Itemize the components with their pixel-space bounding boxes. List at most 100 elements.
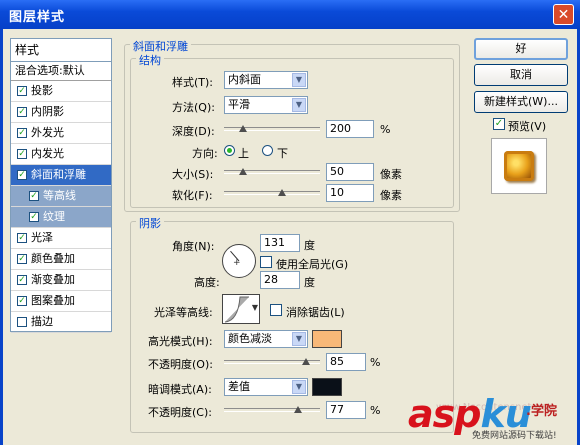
effect-label: 内阴影 [31,105,64,118]
direction-label: 方向: [192,147,218,160]
close-button[interactable]: ✕ [553,4,574,25]
preview-label[interactable]: 预览(V) [508,118,546,134]
soften-slider-track[interactable] [224,191,320,195]
direction-up-radio[interactable] [224,145,235,156]
shadow-color-swatch[interactable] [312,378,342,396]
highlight-mode-select[interactable]: 颜色减淡 ▼ [224,330,308,348]
gloss-contour-label: 光泽等高线: [154,306,213,319]
angle-input[interactable]: 131 [260,234,300,252]
styles-header[interactable]: 样式 [11,39,111,62]
highlight-opacity-input[interactable]: 85 [326,353,366,371]
effect-label: 图案叠加 [31,294,75,307]
effect-label: 描边 [31,315,53,328]
effect-item[interactable]: ✓ 图案叠加 [11,291,111,312]
effect-checkbox[interactable]: ✓ [17,296,27,306]
effect-checkbox[interactable]: ✓ [17,149,27,159]
effect-label: 颜色叠加 [31,252,75,265]
shadow-mode-value: 差值 [228,380,250,393]
effect-checkbox[interactable] [17,317,27,327]
depth-slider-thumb[interactable] [239,125,248,132]
effect-item[interactable]: ✓ 颜色叠加 [11,249,111,270]
highlight-mode-value: 颜色减淡 [228,332,272,345]
size-slider-thumb[interactable] [239,168,248,175]
effect-checkbox[interactable]: ✓ [29,212,39,222]
effect-item[interactable]: ✓ 光泽 [11,228,111,249]
effect-checkbox[interactable]: ✓ [17,254,27,264]
effect-label: 内发光 [31,147,64,160]
anti-alias-checkbox[interactable] [270,304,282,316]
shadow-opacity-thumb[interactable] [293,406,303,413]
highlight-opacity-thumb[interactable] [301,358,311,365]
shadow-mode-select[interactable]: 差值 ▼ [224,378,308,396]
size-label: 大小(S): [172,168,214,181]
watermark-brand-red: asp [408,392,481,436]
gloss-contour-picker[interactable]: ▼ [222,294,260,324]
soften-label: 软化(F): [172,189,213,202]
watermark-subtitle: 免费网站源码下载站! [472,431,557,441]
soften-unit: 像素 [380,189,402,202]
style-preview [491,138,547,194]
effect-checkbox[interactable]: ✓ [17,107,27,117]
technique-select[interactable]: 平滑 ▼ [224,96,308,114]
style-label: 样式(T): [172,76,214,89]
effect-checkbox[interactable]: ✓ [17,128,27,138]
preview-checkbox[interactable]: ✓ [493,118,505,130]
altitude-input[interactable]: 28 [260,271,300,289]
depth-input[interactable]: 200 [326,120,374,138]
effect-item[interactable]: ✓ 投影 [11,81,111,102]
effect-label: 光泽 [31,231,53,244]
direction-down-radio[interactable] [262,145,273,156]
effect-item[interactable]: ✓ 纹理 [11,207,111,228]
new-style-button[interactable]: 新建样式(W)... [474,91,568,113]
shadow-opacity-input[interactable]: 77 [326,401,366,419]
title-bar: 图层样式 ✕ [0,0,580,29]
depth-unit: % [380,123,391,136]
global-light-checkbox[interactable] [260,256,272,268]
close-icon: ✕ [557,7,570,23]
direction-up-label[interactable]: 上 [238,145,249,161]
effect-checkbox[interactable]: ✓ [17,86,27,96]
effect-item[interactable]: ✓ 渐变叠加 [11,270,111,291]
shading-section-title: 阴影 [136,215,164,231]
effect-item[interactable]: ✓ 外发光 [11,123,111,144]
styles-list: 样式 混合选项:默认 ✓ 投影 ✓ 内阴影 ✓ 外发光 ✓ 内发光 ✓ 斜面和浮雕 ✓ 等高线 ✓ 纹理 ✓… [10,38,112,333]
effect-checkbox[interactable]: ✓ [17,170,27,180]
cancel-button[interactable]: 取消 [474,64,568,86]
altitude-label: 高度: [194,276,220,289]
size-input[interactable]: 50 [326,163,374,181]
effect-item[interactable]: ✓ 斜面和浮雕 [11,165,111,186]
ok-button[interactable]: 好 [474,38,568,60]
angle-dial[interactable]: + [222,244,256,278]
size-unit: 像素 [380,168,402,181]
chevron-down-icon: ▼ [292,98,306,112]
effects-list: ✓ 投影 ✓ 内阴影 ✓ 外发光 ✓ 内发光 ✓ 斜面和浮雕 ✓ 等高线 ✓ 纹理 ✓ 光泽 ✓ 颜色叠加 ✓ 渐变叠… [11,81,111,333]
highlight-opacity-label: 不透明度(O): [148,358,213,371]
style-select[interactable]: 内斜面 ▼ [224,71,308,89]
effect-checkbox[interactable]: ✓ [17,275,27,285]
effect-checkbox[interactable]: ✓ [17,233,27,243]
effect-checkbox[interactable]: ✓ [29,191,39,201]
shadow-opacity-track[interactable] [224,408,320,412]
angle-indicator: + [230,250,241,268]
anti-alias-label[interactable]: 消除锯齿(L) [286,304,345,320]
effect-item[interactable]: ✓ 等高线 [11,186,111,207]
effect-item[interactable]: ✓ 内发光 [11,144,111,165]
effect-item[interactable]: 描边 [11,312,111,333]
shadow-opacity-label: 不透明度(C): [148,406,212,419]
highlight-color-swatch[interactable] [312,330,342,348]
direction-down-label[interactable]: 下 [277,145,288,161]
style-select-value: 内斜面 [228,73,261,86]
soften-slider-thumb[interactable] [277,189,287,196]
effect-label: 渐变叠加 [31,273,75,286]
blending-options-item[interactable]: 混合选项:默认 [11,62,111,81]
technique-label: 方法(Q): [172,101,215,114]
contour-curve-icon [224,296,249,323]
effect-label: 斜面和浮雕 [31,168,86,181]
soften-input[interactable]: 10 [326,184,374,202]
altitude-unit: 度 [304,276,315,289]
global-light-label[interactable]: 使用全局光(G) [276,256,348,272]
watermark-tail: .学院 [526,404,557,419]
angle-unit: 度 [304,239,315,252]
angle-label: 角度(N): [172,240,215,253]
effect-item[interactable]: ✓ 内阴影 [11,102,111,123]
